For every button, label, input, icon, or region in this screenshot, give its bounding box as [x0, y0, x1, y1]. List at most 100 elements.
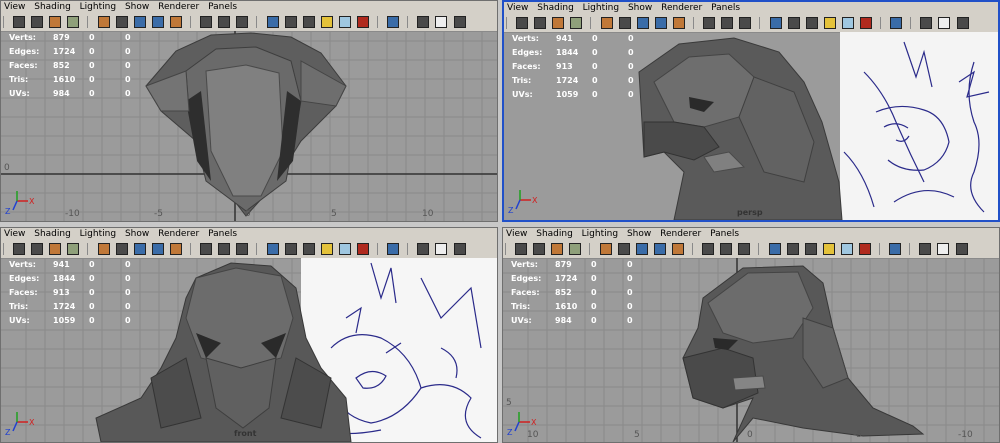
film-gate-icon[interactable] [133, 16, 146, 28]
xray-joints-icon[interactable] [435, 16, 448, 28]
xray-icon[interactable] [920, 17, 933, 29]
bookmark-icon[interactable] [31, 16, 44, 28]
grid-icon[interactable] [617, 243, 630, 255]
wireframe-on-shaded-icon[interactable] [739, 17, 752, 29]
film-gate-icon[interactable] [133, 243, 146, 255]
menu-lighting[interactable]: Lighting [77, 1, 119, 12]
screen-space-ao-icon[interactable] [338, 16, 351, 28]
menu-view[interactable]: View [503, 228, 530, 239]
bookmark-icon[interactable] [31, 243, 44, 255]
grease-pencil-icon[interactable] [97, 243, 110, 255]
wireframe-icon[interactable] [702, 243, 715, 255]
menu-shading[interactable]: Shading [533, 228, 576, 239]
viewport-persp[interactable]: View Shading Lighting Show Renderer Pane… [502, 0, 1000, 222]
image-plane-icon[interactable] [49, 243, 62, 255]
screen-space-ao-icon[interactable] [338, 243, 351, 255]
two-d-pan-zoom-icon[interactable] [570, 17, 583, 29]
isolate-select-icon[interactable] [890, 17, 903, 29]
shadows-icon[interactable] [804, 243, 817, 255]
menu-view[interactable]: View [504, 2, 531, 13]
screen-space-ao-icon[interactable] [840, 243, 853, 255]
menu-lighting[interactable]: Lighting [579, 228, 621, 239]
backface-culling-icon[interactable] [955, 243, 968, 255]
menu-show[interactable]: Show [122, 228, 152, 239]
xray-joints-icon[interactable] [938, 17, 951, 29]
isolate-select-icon[interactable] [387, 16, 400, 28]
lighting-icon[interactable] [822, 243, 835, 255]
menu-renderer[interactable]: Renderer [658, 2, 705, 13]
xray-joints-icon[interactable] [937, 243, 950, 255]
gate-mask-icon[interactable] [169, 243, 182, 255]
grease-pencil-icon[interactable] [599, 243, 612, 255]
head-mesh[interactable] [145, 32, 347, 217]
xray-joints-icon[interactable] [435, 243, 448, 255]
grease-pencil-icon[interactable] [600, 17, 613, 29]
viewport-top[interactable]: View Shading Lighting Show Renderer Pane… [0, 0, 498, 222]
lighting-icon[interactable] [823, 17, 836, 29]
two-d-pan-zoom-icon[interactable] [569, 243, 582, 255]
grid-icon[interactable] [115, 243, 128, 255]
gate-mask-icon[interactable] [672, 17, 685, 29]
wireframe-on-shaded-icon[interactable] [236, 243, 249, 255]
menu-lighting[interactable]: Lighting [77, 228, 119, 239]
menu-panels[interactable]: Panels [205, 228, 240, 239]
camera-attributes-icon[interactable] [13, 243, 26, 255]
menu-renderer[interactable]: Renderer [155, 1, 202, 12]
lighting-icon[interactable] [320, 243, 333, 255]
gate-mask-icon[interactable] [169, 16, 182, 28]
menu-renderer[interactable]: Renderer [657, 228, 704, 239]
use-all-lights-icon[interactable] [284, 243, 297, 255]
menu-shading[interactable]: Shading [31, 1, 74, 12]
image-plane-icon[interactable] [551, 243, 564, 255]
two-d-pan-zoom-icon[interactable] [67, 243, 80, 255]
xray-icon[interactable] [417, 243, 430, 255]
screen-space-ao-icon[interactable] [841, 17, 854, 29]
motion-blur-icon[interactable] [859, 17, 872, 29]
gate-mask-icon[interactable] [671, 243, 684, 255]
wireframe-icon[interactable] [703, 17, 716, 29]
xray-icon[interactable] [417, 16, 430, 28]
viewport-side[interactable]: View Shading Lighting Show Renderer Pane… [502, 227, 1000, 443]
motion-blur-icon[interactable] [356, 243, 369, 255]
head-mesh[interactable] [638, 37, 843, 220]
resolution-gate-icon[interactable] [151, 16, 164, 28]
wireframe-icon[interactable] [200, 16, 213, 28]
backface-culling-icon[interactable] [453, 16, 466, 28]
film-gate-icon[interactable] [636, 17, 649, 29]
resolution-gate-icon[interactable] [654, 17, 667, 29]
textured-icon[interactable] [769, 17, 782, 29]
backface-culling-icon[interactable] [453, 243, 466, 255]
menu-show[interactable]: Show [122, 1, 152, 12]
menu-renderer[interactable]: Renderer [155, 228, 202, 239]
textured-icon[interactable] [266, 243, 279, 255]
smooth-shade-icon[interactable] [218, 16, 231, 28]
use-all-lights-icon[interactable] [787, 17, 800, 29]
motion-blur-icon[interactable] [858, 243, 871, 255]
menu-panels[interactable]: Panels [205, 1, 240, 12]
viewport-front[interactable]: View Shading Lighting Show Renderer Pane… [0, 227, 498, 443]
film-gate-icon[interactable] [635, 243, 648, 255]
wireframe-on-shaded-icon[interactable] [236, 16, 249, 28]
use-all-lights-icon[interactable] [284, 16, 297, 28]
camera-attributes-icon[interactable] [515, 243, 528, 255]
image-plane-icon[interactable] [552, 17, 565, 29]
bookmark-icon[interactable] [533, 243, 546, 255]
textured-icon[interactable] [768, 243, 781, 255]
camera-attributes-icon[interactable] [13, 16, 26, 28]
motion-blur-icon[interactable] [356, 16, 369, 28]
menu-view[interactable]: View [1, 1, 28, 12]
menu-panels[interactable]: Panels [707, 228, 742, 239]
menu-lighting[interactable]: Lighting [580, 2, 622, 13]
menu-shading[interactable]: Shading [534, 2, 577, 13]
wireframe-icon[interactable] [200, 243, 213, 255]
bookmark-icon[interactable] [534, 17, 547, 29]
menu-panels[interactable]: Panels [708, 2, 743, 13]
backface-culling-icon[interactable] [956, 17, 969, 29]
resolution-gate-icon[interactable] [653, 243, 666, 255]
shadows-icon[interactable] [302, 243, 315, 255]
shadows-icon[interactable] [302, 16, 315, 28]
resolution-gate-icon[interactable] [151, 243, 164, 255]
grid-icon[interactable] [115, 16, 128, 28]
wireframe-on-shaded-icon[interactable] [738, 243, 751, 255]
menu-view[interactable]: View [1, 228, 28, 239]
